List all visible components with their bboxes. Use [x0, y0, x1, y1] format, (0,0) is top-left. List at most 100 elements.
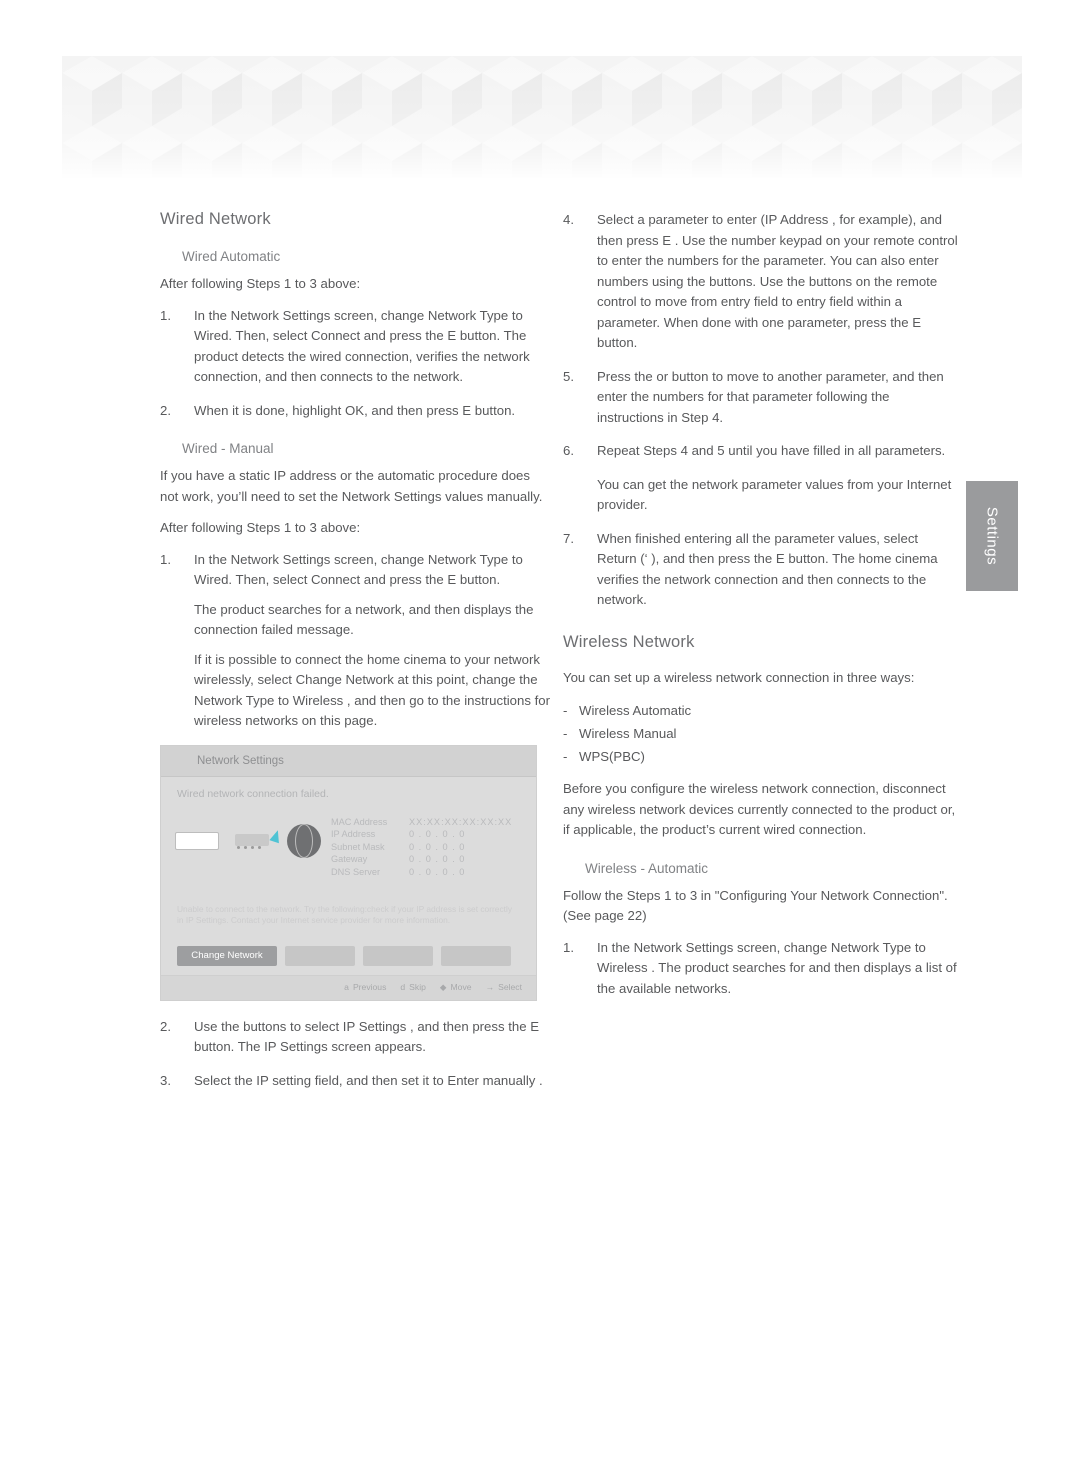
network-info-table: MAC Address XX:XX:XX:XX:XX:XX IP Address…	[331, 816, 516, 879]
footer-hint: ◆ Move	[440, 982, 472, 993]
step-item: 1. In the Network Settings screen, chang…	[563, 938, 958, 1000]
step-number: 1.	[160, 551, 171, 567]
step-number: 2.	[160, 1018, 171, 1034]
tv-button-blank[interactable]	[363, 945, 433, 966]
step-text: The product searches for a network, and …	[194, 601, 534, 638]
row-key: DNS Server	[331, 866, 381, 877]
connection-error-icon	[269, 828, 283, 843]
tv-button-blank[interactable]	[441, 945, 511, 966]
step-item: 3. Select the IP setting field, and then…	[160, 1071, 550, 1092]
wireless-automatic-steps: 1. In the Network Settings screen, chang…	[563, 938, 958, 1000]
step-item: 1. In the Network Settings screen, chang…	[160, 306, 550, 388]
step-number: 1.	[160, 307, 171, 323]
wired-manual-step-7: 7. When finished entering all the parame…	[563, 529, 958, 611]
step-text: Select a parameter to enter (IP Address …	[597, 212, 958, 350]
table-row: Subnet Mask 0 . 0 . 0 . 0	[331, 841, 516, 854]
subsection-wired-manual: Wired - Manual	[182, 441, 274, 456]
step-item: 4. Select a parameter to enter (IP Addre…	[563, 210, 958, 354]
wireless-ways-list: - Wireless Automatic - Wireless Manual -…	[563, 699, 958, 768]
step-text: When it is done, highlight OK, and then …	[194, 402, 516, 418]
step-item: 2. Use the buttons to select IP Settings…	[160, 1017, 550, 1058]
tv-button-blank[interactable]	[285, 945, 355, 966]
wireless-intro: You can set up a wireless network connec…	[563, 669, 915, 685]
router-led-icon	[244, 845, 247, 849]
step-number: 6.	[563, 443, 574, 458]
list-item-label: Wireless Manual	[579, 726, 677, 741]
tv-info-message: Unable to connect to the network. Try th…	[177, 903, 513, 925]
page-title: Wired Network	[160, 210, 271, 228]
step-text: In the Network Settings screen, change N…	[194, 551, 523, 588]
step-number: 4.	[563, 212, 574, 227]
table-row: DNS Server 0 . 0 . 0 . 0	[331, 866, 516, 879]
globe-icon	[287, 823, 321, 858]
tv-footer-bar: a Previous d Skip ◆ Move → Select	[161, 974, 536, 1000]
step-item: 7. When finished entering all the parame…	[563, 529, 958, 611]
step-number: 7.	[563, 530, 574, 546]
step-text: Use the buttons to select IP Settings , …	[194, 1018, 540, 1055]
manual-intro: If you have a static IP address or the a…	[160, 468, 543, 504]
table-row: MAC Address XX:XX:XX:XX:XX:XX	[331, 816, 516, 829]
follow-steps-note: Follow the Steps 1 to 3 in "Configuring …	[563, 887, 948, 924]
subsection-wired-automatic: Wired Automatic	[182, 249, 281, 264]
step-number: 2.	[160, 402, 171, 418]
step-text: Repeat Steps 4 and 5 until you have fill…	[597, 443, 946, 458]
wired-manual-steps-continued: 2. Use the buttons to select IP Settings…	[160, 1017, 550, 1092]
list-item-label: WPS(PBC)	[579, 749, 645, 764]
table-row: IP Address 0 . 0 . 0 . 0	[331, 828, 516, 841]
step-item: 5. Press the or button to move to anothe…	[563, 367, 958, 429]
step-number: 3.	[160, 1072, 171, 1088]
step-text: When finished entering all the parameter…	[597, 530, 938, 608]
tv-fail-message: Wired network connection failed.	[177, 787, 329, 800]
dash-icon: -	[563, 703, 568, 718]
network-settings-screenshot: Network Settings Wired network connectio…	[160, 744, 537, 1001]
footer-label: Previous	[352, 982, 387, 992]
footer-hint: → Select	[486, 982, 522, 993]
section-title-wireless-network: Wireless Network	[563, 632, 695, 651]
step-item: 2. When it is done, highlight OK, and th…	[160, 401, 550, 422]
footer-icon-d: d	[400, 982, 406, 992]
row-key: Gateway	[331, 854, 368, 865]
step-text: In the Network Settings screen, change N…	[597, 939, 957, 996]
change-network-button[interactable]: Change Network	[177, 945, 277, 966]
router-led-icon	[237, 845, 240, 849]
after-steps-note-1: After following Steps 1 to 3 above:	[160, 276, 361, 291]
device-icon	[175, 831, 219, 850]
table-row: Gateway 0 . 0 . 0 . 0	[331, 853, 516, 866]
left-column: Wired Network Wired Automatic After foll…	[160, 210, 550, 1104]
decorative-header-band	[62, 56, 1022, 178]
footer-icon-select: →	[485, 982, 495, 992]
step-text: In the Network Settings screen, change N…	[194, 307, 530, 385]
right-column: 4. Select a parameter to enter (IP Addre…	[563, 210, 958, 1012]
dash-icon: -	[563, 749, 568, 764]
dash-icon: -	[563, 726, 568, 741]
footer-icon-move: ◆	[439, 981, 447, 992]
tv-button-row: Change Network	[177, 945, 511, 966]
tv-screen-title: Network Settings	[197, 754, 284, 767]
wired-manual-steps-right: 4. Select a parameter to enter (IP Addre…	[563, 210, 958, 462]
row-value: 0 . 0 . 0 . 0	[409, 841, 466, 852]
list-item: - Wireless Automatic	[563, 699, 958, 722]
row-key: MAC Address	[331, 816, 388, 827]
step-item: 6. Repeat Steps 4 and 5 until you have f…	[563, 441, 958, 462]
side-tab-label: Settings	[983, 506, 1001, 566]
row-value: XX:XX:XX:XX:XX:XX	[409, 816, 513, 827]
header-pattern	[62, 56, 1022, 178]
footer-label: Select	[498, 982, 522, 992]
footer-hint: d Skip	[400, 982, 426, 993]
footer-icon-a: a	[344, 982, 349, 992]
side-tab-settings: Settings	[966, 481, 1018, 591]
router-led-icon	[251, 845, 254, 849]
footer-label: Skip	[409, 982, 426, 992]
row-value: 0 . 0 . 0 . 0	[409, 866, 466, 877]
step-text: If it is possible to connect the home ci…	[194, 651, 550, 729]
step-text: Press the or button to move to another p…	[597, 368, 944, 425]
wireless-before-note: Before you configure the wireless networ…	[563, 781, 956, 837]
tv-footer-hints: a Previous d Skip ◆ Move → Select	[344, 982, 522, 993]
list-item-label: Wireless Automatic	[579, 703, 692, 718]
wired-manual-steps: 1. In the Network Settings screen, chang…	[160, 550, 550, 732]
wired-automatic-steps: 1. In the Network Settings screen, chang…	[160, 306, 550, 422]
network-diagram	[175, 820, 335, 868]
router-led-icon	[258, 845, 261, 849]
footer-label: Move	[450, 982, 472, 992]
step-number: 5.	[563, 368, 574, 384]
